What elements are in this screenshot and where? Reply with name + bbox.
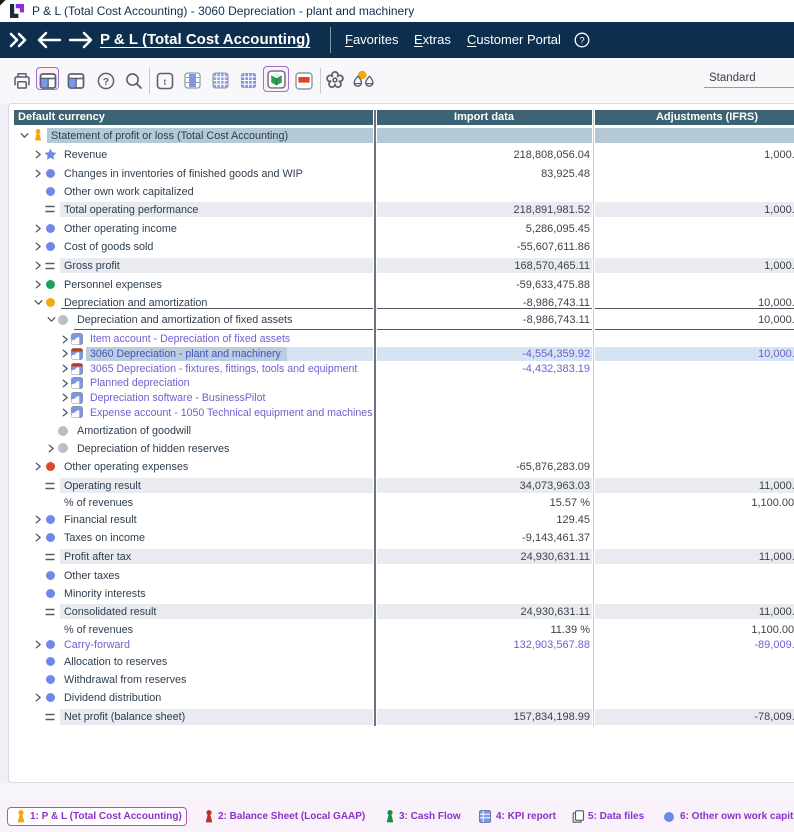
svg-text:?: ? [103, 76, 109, 88]
svg-text:?: ? [579, 35, 584, 46]
svg-text:t: t [163, 76, 166, 88]
